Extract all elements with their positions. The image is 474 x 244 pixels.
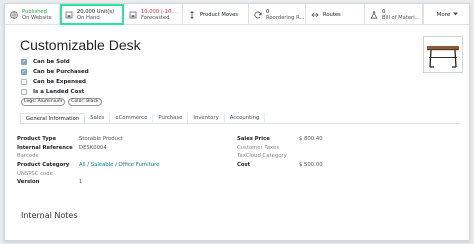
website-published-button[interactable]: Published On Website bbox=[5, 4, 60, 25]
tag-color[interactable]: Color: Black bbox=[68, 98, 102, 106]
checkbox-box bbox=[21, 89, 27, 95]
can-be-purchased-checkbox[interactable]: ✓ Can be Purchased bbox=[21, 67, 89, 77]
can-be-expensed-label: Can be Expensed bbox=[33, 79, 86, 85]
can-be-purchased-label: Can be Purchased bbox=[33, 69, 89, 75]
field-label: Barcode bbox=[17, 153, 39, 160]
can-be-expensed-checkbox[interactable]: Can be Expensed bbox=[21, 77, 89, 87]
landed-cost-checkbox[interactable]: Is a Landed Cost bbox=[21, 87, 89, 97]
tab-ecommerce[interactable]: eCommerce bbox=[110, 113, 154, 123]
field-label: Product Category bbox=[17, 162, 70, 169]
routes-label: Routes bbox=[323, 11, 341, 18]
tab-inventory[interactable]: Inventory bbox=[188, 113, 225, 123]
tab-accounting[interactable]: Accounting bbox=[225, 113, 266, 123]
field-customer-taxes[interactable]: Customer Taxes bbox=[237, 144, 323, 153]
boxes-icon bbox=[65, 11, 73, 19]
can-be-sold-label: Can be Sold bbox=[33, 59, 70, 65]
field-label: Product Type bbox=[17, 136, 57, 143]
field-version[interactable]: Version 1 bbox=[17, 178, 159, 187]
field-label: Cost bbox=[237, 162, 251, 169]
more-button[interactable]: More bbox=[423, 4, 469, 25]
field-value: 1 bbox=[79, 179, 83, 186]
more-label: More bbox=[436, 11, 451, 18]
caret-down-icon bbox=[453, 11, 459, 18]
bom-label: Bill of Materi... bbox=[382, 14, 420, 21]
can-be-sold-checkbox[interactable]: ✓ Can be Sold bbox=[21, 57, 89, 67]
field-value: DESK0004 bbox=[79, 144, 107, 151]
general-right-fields: Sales Price $ 800.40 Customer Taxes TaxC… bbox=[237, 135, 323, 169]
field-value[interactable]: All / Saleable / Office Furniture bbox=[79, 162, 159, 168]
reordering-rules-button[interactable]: 0 Reordering R... bbox=[249, 4, 306, 25]
product-moves-button[interactable]: Product Moves bbox=[183, 4, 249, 25]
arrows-vertical-icon bbox=[188, 10, 196, 19]
field-label: Sales Price bbox=[237, 136, 270, 143]
field-value: $ 800.40 bbox=[299, 136, 323, 143]
field-label: UNSPSC code bbox=[17, 170, 53, 177]
smart-button-bar: Published On Website 20.000 Unit(s) On H… bbox=[5, 4, 469, 25]
product-name[interactable]: Customizable Desk bbox=[20, 37, 141, 53]
checkmark-icon: ✓ bbox=[21, 68, 27, 75]
routes-icon bbox=[311, 11, 319, 19]
tab-general-information[interactable]: General Information bbox=[20, 113, 86, 123]
tag-legs[interactable]: Legs: Aluminium bbox=[21, 98, 66, 106]
variant-tags: Legs: Aluminium Color: Black bbox=[21, 98, 102, 106]
forecasted-button[interactable]: 10.000 (-10.... Forecasted bbox=[124, 4, 183, 25]
field-label: Version bbox=[17, 179, 40, 186]
bill-of-materials-button[interactable]: 0 Bill of Materi... bbox=[365, 4, 423, 25]
product-moves-label: Product Moves bbox=[200, 11, 238, 18]
routes-button[interactable]: Routes bbox=[306, 4, 365, 25]
internal-notes-heading: Internal Notes bbox=[21, 211, 78, 220]
flask-icon bbox=[370, 10, 378, 19]
field-internal-reference[interactable]: Internal Reference DESK0004 bbox=[17, 144, 159, 153]
field-unspsc-code[interactable]: UNSPSC code bbox=[17, 169, 159, 178]
tab-purchase[interactable]: Purchase bbox=[153, 113, 189, 123]
desk-image bbox=[427, 46, 459, 68]
field-product-type[interactable]: Product Type Storable Product bbox=[17, 135, 159, 144]
field-value: $ 500.00 bbox=[299, 162, 323, 169]
forecasted-label: Forecasted bbox=[141, 14, 170, 21]
refresh-icon bbox=[254, 11, 262, 19]
product-image[interactable] bbox=[423, 36, 463, 73]
field-barcode[interactable]: Barcode bbox=[17, 152, 159, 161]
product-flags: ✓ Can be Sold ✓ Can be Purchased Can be … bbox=[21, 57, 89, 97]
field-label: Customer Taxes bbox=[237, 144, 280, 151]
checkbox-box bbox=[21, 79, 27, 85]
product-form: Published On Website 20.000 Unit(s) On H… bbox=[4, 3, 470, 241]
on-hand-label: On Hand bbox=[77, 14, 100, 21]
field-taxcloud-category[interactable]: TaxCloud Category bbox=[237, 152, 323, 161]
globe-icon bbox=[10, 10, 18, 19]
field-product-category[interactable]: Product Category All / Saleable / Office… bbox=[17, 161, 159, 170]
landed-cost-label: Is a Landed Cost bbox=[33, 89, 85, 95]
reordering-label: Reordering R... bbox=[266, 14, 305, 21]
tab-sales[interactable]: Sales bbox=[85, 113, 111, 123]
checkmark-icon: ✓ bbox=[21, 58, 27, 65]
published-label: On Website bbox=[22, 14, 52, 21]
field-cost[interactable]: Cost $ 500.00 bbox=[237, 161, 323, 170]
field-label: Internal Reference bbox=[17, 144, 73, 151]
field-value: Storable Product bbox=[79, 136, 123, 143]
on-hand-button[interactable]: 20.000 Unit(s) On Hand bbox=[60, 4, 124, 25]
field-sales-price[interactable]: Sales Price $ 800.40 bbox=[237, 135, 323, 144]
boxes-icon bbox=[129, 11, 137, 19]
notebook-tabs: General Information Sales eCommerce Purc… bbox=[20, 113, 460, 124]
field-label: TaxCloud Category bbox=[237, 153, 287, 160]
general-left-fields: Product Type Storable Product Internal R… bbox=[17, 135, 159, 187]
